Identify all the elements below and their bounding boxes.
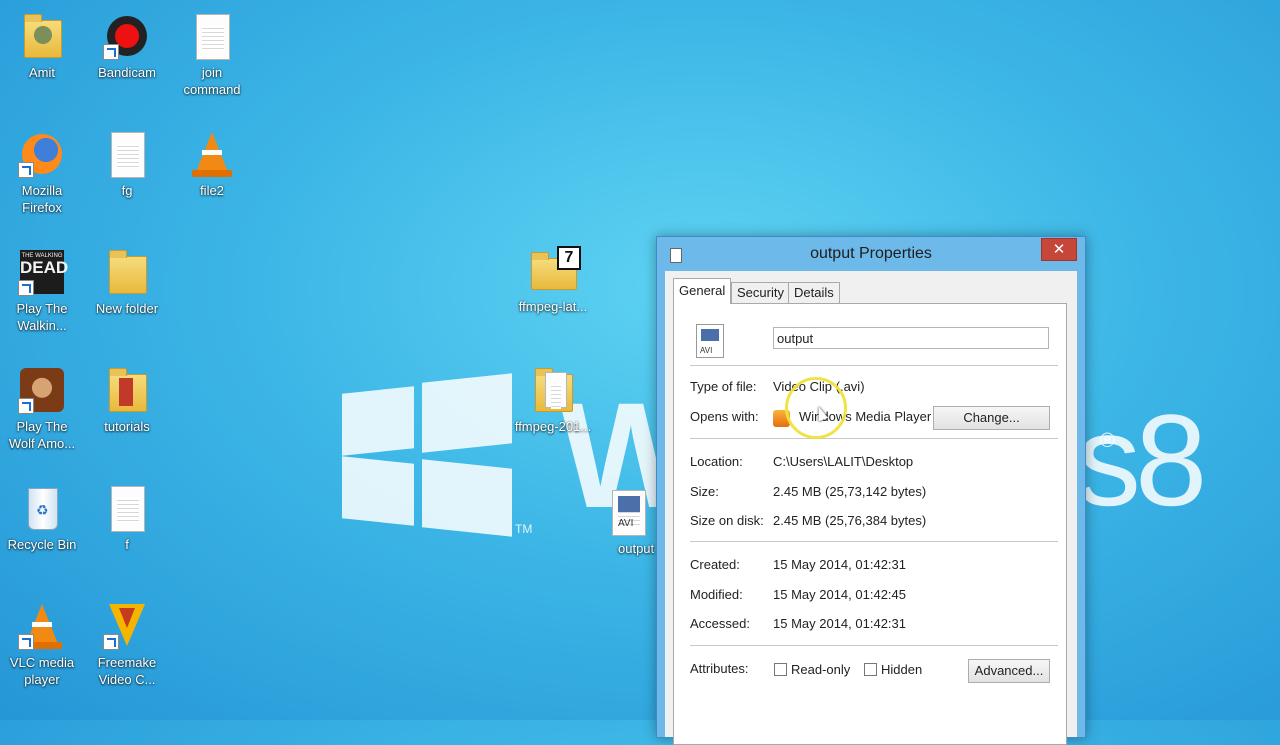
size-on-disk-value: 2.45 MB (25,76,384 bytes) [773, 513, 927, 528]
windows-logo-wallpaper [342, 372, 512, 537]
vlc-cone-icon [188, 130, 236, 178]
close-button[interactable]: ✕ [1041, 238, 1077, 261]
desktop-icon-ffmpeg-201[interactable]: ffmpeg-201... [511, 366, 595, 435]
desktop-icon-output[interactable]: AVI output [596, 488, 656, 557]
freemake-icon [103, 602, 151, 650]
wallpaper-trademark: TM [515, 522, 533, 536]
text-document-icon [103, 130, 151, 178]
game-walking-dead-icon: THE WALKING DEAD [18, 248, 68, 296]
separator [690, 365, 1058, 366]
7zip-archive-icon: 7 [529, 246, 581, 294]
general-tab-panel: AVI Type of file: Video Clip (.avi) Open… [673, 303, 1067, 745]
accessed-label: Accessed: [690, 616, 750, 631]
tab-details[interactable]: Details [788, 282, 840, 303]
desktop-icon-join-command[interactable]: join command [170, 12, 254, 98]
size-label: Size: [690, 484, 719, 499]
size-value: 2.45 MB (25,73,142 bytes) [773, 484, 927, 499]
modified-value: 15 May 2014, 01:42:45 [773, 587, 906, 602]
shortcut-arrow-icon [103, 44, 119, 60]
read-only-label: Read-only [791, 662, 851, 677]
desktop-icon-walking-dead[interactable]: THE WALKING DEAD Play The Walkin... [0, 248, 84, 334]
attributes-label: Attributes: [690, 661, 749, 676]
separator [690, 645, 1058, 646]
desktop-icon-recycle-bin[interactable]: ♻ Recycle Bin [0, 484, 84, 553]
separator [690, 438, 1058, 439]
windows-media-player-icon [773, 410, 790, 427]
type-of-file-value: Video Clip (.avi) [773, 379, 865, 394]
vlc-cone-icon [18, 602, 66, 650]
location-label: Location: [690, 454, 743, 469]
folder-icon [529, 366, 577, 414]
desktop-icon-f[interactable]: f [85, 484, 169, 553]
hidden-checkbox[interactable] [864, 663, 877, 676]
accessed-value: 15 May 2014, 01:42:31 [773, 616, 906, 631]
folder-icon [103, 366, 151, 414]
avi-file-icon: AVI [696, 324, 724, 358]
bandicam-icon [103, 12, 151, 60]
modified-label: Modified: [690, 587, 743, 602]
avi-file-icon: AVI [602, 488, 650, 536]
desktop-icon-bandicam[interactable]: Bandicam [85, 12, 169, 81]
file-name-input[interactable] [773, 327, 1049, 349]
window-title: output Properties [810, 245, 932, 262]
desktop-icon-firefox[interactable]: Mozilla Firefox [0, 130, 84, 216]
created-label: Created: [690, 557, 740, 572]
desktop-icon-new-folder[interactable]: New folder [85, 248, 169, 317]
opens-with-label: Opens with: [690, 409, 759, 424]
folder-icon [103, 248, 151, 296]
size-on-disk-label: Size on disk: [690, 513, 764, 528]
desktop-icon-wolf-among-us[interactable]: Play The Wolf Amo... [0, 366, 84, 452]
desktop-icon-ffmpeg-lat[interactable]: 7 ffmpeg-lat... [511, 246, 595, 315]
user-folder-icon [18, 12, 66, 60]
advanced-button[interactable]: Advanced... [968, 659, 1050, 683]
change-button[interactable]: Change... [933, 406, 1050, 430]
hidden-label: Hidden [881, 662, 923, 677]
desktop-icon-freemake[interactable]: Freemake Video C... [85, 602, 169, 688]
desktop-icon-file2[interactable]: file2 [170, 130, 254, 199]
wallpaper-registered: ® [1100, 430, 1115, 452]
desktop-icon-fg[interactable]: fg [85, 130, 169, 199]
window-titlebar[interactable]: output Properties ✕ [657, 237, 1085, 271]
desktop-icon-tutorials[interactable]: tutorials [85, 366, 169, 435]
text-document-icon [188, 12, 236, 60]
firefox-icon [18, 130, 66, 178]
desktop-icon-vlc[interactable]: VLC media player [0, 602, 84, 688]
recycle-bin-icon: ♻ [18, 484, 66, 532]
wallpaper-watermark-8: 8 [1135, 387, 1208, 533]
game-wolf-among-us-icon [18, 366, 66, 414]
read-only-checkbox[interactable] [774, 663, 787, 676]
text-document-icon [103, 484, 151, 532]
type-of-file-label: Type of file: [690, 379, 757, 394]
dialog-client-area: General Security Details AVI Type of fil… [665, 271, 1077, 745]
tab-general[interactable]: General [673, 278, 732, 304]
created-value: 15 May 2014, 01:42:31 [773, 557, 906, 572]
properties-window: output Properties ✕ General Security Det… [656, 236, 1086, 745]
separator [690, 541, 1058, 542]
desktop-icon-amit[interactable]: Amit [0, 12, 84, 81]
location-value: C:\Users\LALIT\Desktop [773, 454, 914, 469]
tab-security[interactable]: Security [731, 282, 790, 303]
